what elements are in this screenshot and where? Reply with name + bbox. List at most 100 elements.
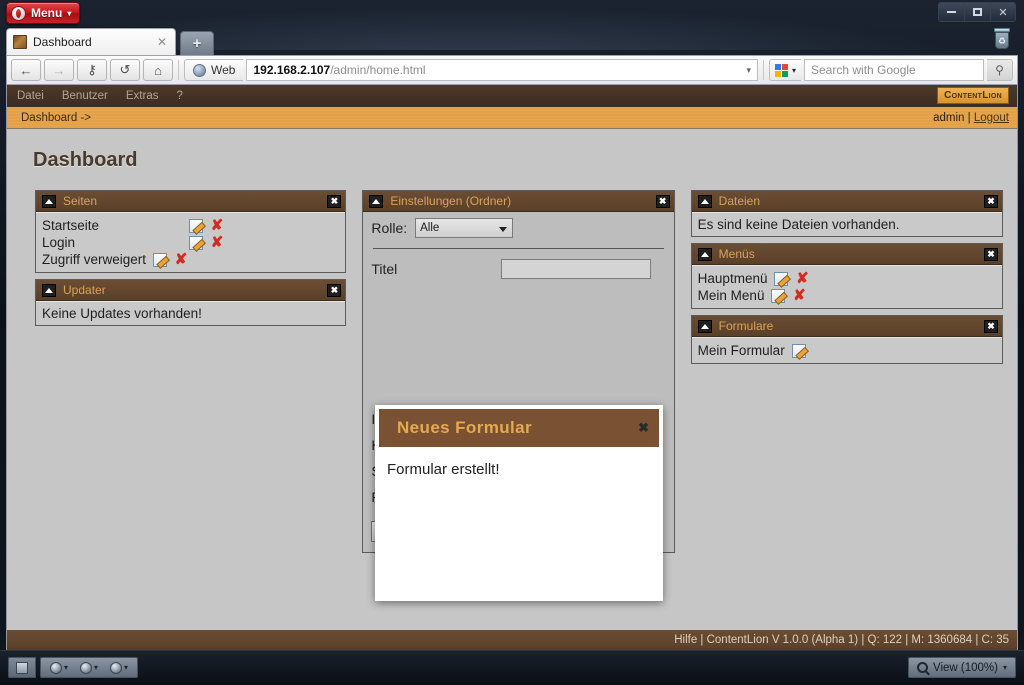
logout-link[interactable]: Logout: [974, 112, 1009, 124]
minimize-icon: [947, 11, 956, 13]
edit-icon[interactable]: [189, 218, 203, 233]
address-input[interactable]: 192.168.2.107/admin/home.html ▾: [246, 59, 758, 81]
zoom-icon: [916, 662, 928, 673]
panel-toggle-button[interactable]: [8, 657, 36, 678]
collapse-icon[interactable]: [42, 194, 56, 208]
globe-icon: [110, 661, 123, 674]
widget-formulare-header: Formulare ✖: [691, 316, 1002, 337]
tab-close-icon[interactable]: ✕: [155, 35, 169, 49]
list-item: Login ✘: [42, 234, 339, 251]
role-row: Rolle: Alle: [371, 218, 665, 238]
content-mode-chip[interactable]: Web: [184, 59, 244, 81]
menu-name: Mein Menü: [697, 288, 765, 303]
widget-menus: Menüs ✖ Hauptmenü ✘ Mein Menü ✘: [690, 243, 1003, 309]
menu-item-datei[interactable]: Datei: [17, 90, 44, 102]
maximize-button[interactable]: [964, 2, 990, 22]
reload-button[interactable]: ↺: [110, 59, 140, 81]
close-icon[interactable]: ✖: [984, 194, 998, 208]
opera-menu-button[interactable]: Menu ▾: [6, 2, 81, 24]
menu-item-extras[interactable]: Extras: [126, 90, 159, 102]
collapse-icon[interactable]: [697, 194, 712, 208]
collapse-icon[interactable]: [369, 194, 384, 208]
close-icon[interactable]: ✖: [327, 283, 342, 297]
address-dropdown-icon[interactable]: ▾: [740, 65, 751, 76]
collapse-icon[interactable]: [697, 247, 712, 261]
maximize-icon: [973, 8, 982, 16]
hidden-fields-spacer: [371, 285, 665, 409]
globe-icon: [193, 63, 206, 77]
list-item: Hauptmenü ✘: [698, 270, 996, 287]
list-item: Mein Formular: [698, 342, 996, 359]
edit-icon[interactable]: [771, 288, 786, 303]
widget-menus-title: Menüs: [718, 247, 755, 261]
forward-button[interactable]: →: [44, 59, 74, 81]
delete-icon[interactable]: ✘: [792, 288, 806, 303]
widget-dateien-body: Es sind keine Dateien vorhanden.: [691, 212, 1002, 236]
os-window: Menu ▾ ✕ ♻ Dashboard ✕ + ← → ⚷ ↺ ⌂ Web 1…: [0, 0, 1024, 685]
opera-logo-icon: [11, 5, 26, 21]
widget-formulare-title: Formulare: [718, 319, 774, 333]
list-item: Zugriff verweigert ✘: [42, 251, 339, 268]
edit-icon[interactable]: [189, 235, 203, 250]
password-manager-button[interactable]: ⚷: [77, 59, 107, 81]
titel-input[interactable]: [501, 259, 652, 279]
page-title: Dashboard: [33, 149, 138, 171]
minimize-button[interactable]: [938, 2, 964, 22]
collapse-icon[interactable]: [697, 319, 712, 333]
breadcrumb: Dashboard ->: [21, 111, 91, 124]
role-select[interactable]: Alle: [415, 218, 514, 238]
menu-item-help[interactable]: ?: [176, 90, 182, 102]
username-label: admin: [933, 111, 965, 124]
back-button[interactable]: ←: [11, 59, 41, 81]
image-mode-button[interactable]: ▾: [45, 661, 73, 674]
close-icon[interactable]: ✖: [655, 194, 670, 208]
divider: [373, 248, 664, 249]
close-icon: ✕: [998, 6, 1008, 19]
menu-item-benutzer[interactable]: Benutzer: [62, 90, 108, 102]
page-name: Login: [42, 235, 76, 250]
edit-icon[interactable]: [791, 343, 806, 358]
proxy-mode-button[interactable]: ▾: [105, 661, 133, 674]
close-button[interactable]: ✕: [990, 2, 1016, 22]
widget-updater-header: Updater ✖: [36, 280, 346, 301]
close-icon[interactable]: ✖: [984, 247, 998, 261]
delete-icon[interactable]: ✘: [174, 252, 188, 267]
edit-icon[interactable]: [153, 252, 168, 267]
widget-formulare-body: Mein Formular: [691, 337, 1002, 363]
delete-icon[interactable]: ✘: [210, 235, 224, 250]
field-titel: Titel: [371, 259, 665, 279]
widget-dateien-title: Dateien: [718, 194, 761, 208]
search-icon: ⚲: [995, 63, 1004, 77]
contentlion-logo: ContentLion: [937, 87, 1009, 104]
breadcrumb-bar: Dashboard -> admin | Logout: [7, 107, 1017, 129]
address-path: /admin/home.html: [330, 63, 426, 77]
zoom-label: View (100%): [932, 661, 998, 674]
search-submit-button[interactable]: ⚲: [987, 59, 1013, 81]
home-button[interactable]: ⌂: [143, 59, 173, 81]
search-input[interactable]: Search with Google: [804, 59, 984, 81]
list-item: Startseite ✘: [42, 217, 339, 234]
new-tab-button[interactable]: +: [180, 31, 214, 55]
window-controls: ✕: [938, 2, 1016, 22]
close-icon[interactable]: ✖: [638, 420, 649, 436]
tab-dashboard[interactable]: Dashboard ✕: [6, 28, 176, 55]
widget-seiten-header: Seiten ✖: [36, 191, 346, 212]
navigation-bar: ← → ⚷ ↺ ⌂ Web 192.168.2.107/admin/home.h…: [6, 55, 1018, 85]
close-icon[interactable]: ✖: [984, 319, 998, 333]
zoom-control[interactable]: View (100%) ▾: [907, 657, 1016, 678]
delete-icon[interactable]: ✘: [795, 271, 809, 286]
content-mode-label: Web: [211, 63, 236, 77]
modal-header: Neues Formular ✖: [379, 409, 659, 447]
delete-icon[interactable]: ✘: [210, 218, 224, 233]
key-icon: ⚷: [87, 62, 97, 77]
widget-formulare: Formulare ✖ Mein Formular: [690, 315, 1003, 364]
modal-message: Formular erstellt!: [387, 461, 500, 478]
menu-name: Hauptmenü: [697, 271, 768, 286]
edit-icon[interactable]: [774, 271, 789, 286]
collapse-icon[interactable]: [42, 283, 56, 297]
close-icon[interactable]: ✖: [327, 194, 342, 208]
cookie-mode-button[interactable]: ▾: [75, 661, 103, 674]
search-engine-chip[interactable]: ▾: [768, 59, 801, 81]
cms-menu-bar: Datei Benutzer Extras ? ContentLion: [7, 85, 1017, 107]
arrow-left-icon: ←: [19, 62, 33, 78]
